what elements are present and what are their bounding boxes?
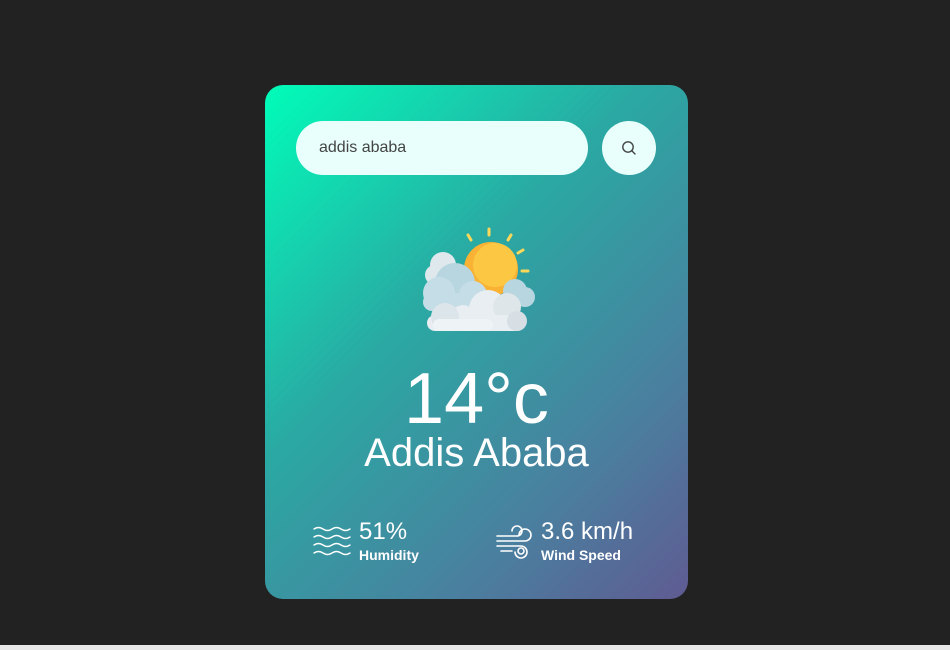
humidity-label: Humidity bbox=[359, 547, 419, 563]
humidity-value: 51% bbox=[359, 518, 408, 545]
search-input[interactable] bbox=[296, 121, 588, 175]
search-icon bbox=[622, 141, 636, 155]
partly-cloudy-icon bbox=[423, 227, 535, 331]
city-name: Addis Ababa bbox=[364, 431, 589, 475]
wind-speed-label: Wind Speed bbox=[541, 547, 621, 563]
bottom-bar bbox=[0, 645, 950, 650]
temperature: 14°c bbox=[404, 359, 549, 439]
search-button[interactable] bbox=[602, 121, 656, 175]
wind-icon bbox=[496, 525, 532, 559]
humidity-icon bbox=[313, 526, 351, 556]
wind-speed-value: 3.6 km/h bbox=[541, 518, 634, 545]
weather-card: 14°c Addis Ababa 51% Humidity 3.6 km/h W… bbox=[265, 85, 688, 599]
